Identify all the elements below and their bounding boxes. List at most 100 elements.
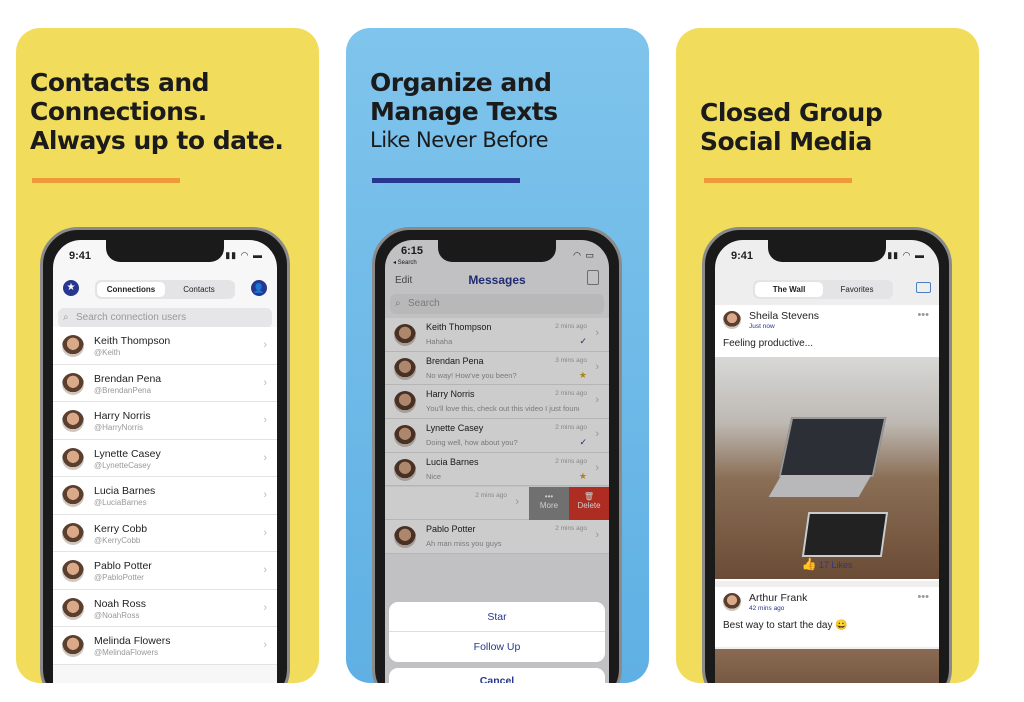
contact-row[interactable]: Harry Norris @HarryNorris › [53, 402, 277, 440]
contact-handle: @PabloPotter [94, 573, 144, 582]
post-card: Sheila Stevens Just now ••• Feeling prod… [715, 305, 939, 581]
message-time: 2 mins ago [555, 323, 587, 330]
post-text: Feeling productive... [723, 338, 814, 349]
post-photo[interactable] [715, 649, 939, 683]
avatar [62, 485, 84, 507]
check-badge-icon: ✓ [579, 437, 587, 448]
message-preview: Nice [426, 471, 442, 481]
search-input[interactable]: Search connection users [58, 308, 272, 328]
back-to-search[interactable]: ◂ Search [393, 259, 417, 266]
chevron-right-icon: › [263, 601, 267, 614]
star-action[interactable]: Star [389, 602, 605, 632]
search-input[interactable]: Search [390, 294, 604, 314]
headline-line: Organize and [370, 68, 552, 97]
chevron-right-icon: › [595, 428, 599, 441]
more-icon[interactable]: ••• [917, 591, 929, 603]
contact-name: Harry Norris [94, 410, 151, 422]
profile-icon[interactable]: 👤 [251, 280, 267, 296]
likes-button[interactable]: 👍 17 Likes [715, 557, 939, 571]
contact-handle: @KerryCobb [94, 535, 141, 545]
message-row[interactable]: Lynette Casey 2 mins ago Doing well, how… [385, 419, 609, 453]
camera-icon[interactable] [916, 282, 931, 293]
headline-line: Always up to date. [30, 126, 284, 155]
chevron-right-icon: › [595, 529, 599, 542]
avatar [394, 526, 416, 549]
headline: Organize and Manage Texts Like Never Bef… [370, 68, 558, 155]
star-icon[interactable]: ★ [63, 280, 79, 296]
chevron-right-icon: › [595, 461, 599, 474]
tab-the-wall[interactable]: The Wall [755, 282, 823, 297]
swipe-more-button[interactable]: ••• More [529, 486, 569, 521]
message-row[interactable]: Harry Norris 2 mins ago You'll love this… [385, 385, 609, 420]
check-badge-icon: ✓ [579, 336, 587, 346]
phone-frame: 9:41 ▮▮ ◠ ▬ ★ Connections Contacts 👤 Sea… [40, 227, 290, 683]
tab-favorites[interactable]: Favorites [823, 282, 891, 297]
delete-label: Delete [577, 500, 601, 510]
avatar [62, 522, 84, 545]
contact-row[interactable]: Pablo Potter @PabloPotter › [53, 552, 277, 590]
headline: Contacts and Connections. Always up to d… [30, 68, 284, 155]
segmented-control: The Wall Favorites [753, 280, 893, 299]
wall-screen: 9:41 ▮▮ ◠ ▬ The Wall Favorites Sheila St… [715, 240, 939, 683]
message-time: 2 mins ago [555, 390, 587, 398]
sender-name: Pablo Potter [426, 524, 476, 535]
message-row[interactable]: Keith Thompson 2 mins ago Hahaha ✓ › [385, 318, 609, 352]
contact-row[interactable]: Lynette Casey @LynetteCasey › [53, 439, 277, 477]
post-photo[interactable] [715, 357, 939, 579]
message-row[interactable]: Lucia Barnes 2 mins ago Nice ★ › [385, 452, 609, 487]
avatar [394, 391, 416, 414]
message-preview: Doing well, how about you? [426, 438, 518, 448]
avatar [394, 458, 416, 481]
headline-line: Connections. [30, 97, 207, 126]
contact-row[interactable]: Noah Ross @NoahRoss › [53, 589, 277, 627]
contact-row[interactable]: Melinda Flowers @MelindaFlowers › [53, 627, 277, 665]
cancel-action[interactable]: Cancel [389, 668, 605, 683]
compose-icon[interactable] [587, 270, 599, 285]
contact-name: Melinda Flowers [94, 635, 171, 647]
avatar [394, 357, 416, 380]
sender-name: Keith Thompson [426, 322, 492, 332]
contact-row[interactable]: Brendan Pena @BrendanPena › [53, 364, 277, 402]
notch [106, 240, 224, 262]
headline-subline: Like Never Before [370, 128, 548, 152]
message-row[interactable]: Brendan Pena 3 mins ago No way! How've y… [385, 351, 609, 386]
message-row[interactable]: Pablo Potter 2 mins ago Ah man miss you … [385, 520, 609, 554]
star-badge-icon: ★ [578, 369, 587, 380]
headline-line: Closed Group [700, 98, 883, 127]
avatar [62, 335, 84, 357]
likes-count: 17 Likes [818, 560, 853, 570]
message-row[interactable]: 2 mins ago eg? › [385, 486, 529, 521]
swipe-delete-button[interactable]: 🗑 Delete [569, 486, 609, 521]
message-preview: Ah man miss you guys [426, 539, 502, 549]
accent-bar [32, 178, 180, 183]
post-author[interactable]: Arthur Frank [749, 592, 807, 604]
tab-contacts[interactable]: Contacts [165, 282, 233, 297]
status-icons: ▮▮ ◠ ▬ [225, 250, 263, 260]
status-time: 6:15 [401, 245, 424, 257]
contact-row[interactable]: Keith Thompson @Keith › [53, 327, 277, 365]
tab-connections[interactable]: Connections [97, 282, 165, 297]
post-time: 42 mins ago [749, 605, 785, 612]
contact-name: Lynette Casey [94, 447, 161, 460]
more-icon[interactable]: ••• [917, 309, 929, 321]
contact-row[interactable]: Lucia Barnes @LuciaBarnes › [53, 477, 277, 515]
post-author[interactable]: Sheila Stevens [749, 310, 819, 322]
avatar [62, 372, 84, 395]
contact-name: Pablo Potter [94, 560, 152, 572]
thumbs-up-icon: 👍 [801, 557, 817, 571]
status-icons: ▮▮ ◠ ▬ [887, 250, 925, 260]
status-icons: ◠ ▭ [573, 250, 595, 260]
contact-handle: @Keith [94, 348, 121, 357]
chevron-right-icon: › [595, 394, 599, 407]
contact-handle: @NoahRoss [94, 610, 140, 620]
avatar [62, 560, 84, 582]
message-time: 3 mins ago [555, 356, 587, 364]
chevron-right-icon: › [263, 639, 267, 651]
ellipsis-icon: ••• [544, 491, 554, 501]
contact-handle: @LynetteCasey [94, 460, 151, 470]
contact-handle: @LuciaBarnes [94, 498, 147, 507]
follow-up-action[interactable]: Follow Up [389, 632, 605, 662]
phone-frame: 9:41 ▮▮ ◠ ▬ The Wall Favorites Sheila St… [702, 227, 952, 683]
message-preview: Hahaha [426, 337, 453, 346]
contact-row[interactable]: Kerry Cobb @KerryCobb › [53, 514, 277, 552]
